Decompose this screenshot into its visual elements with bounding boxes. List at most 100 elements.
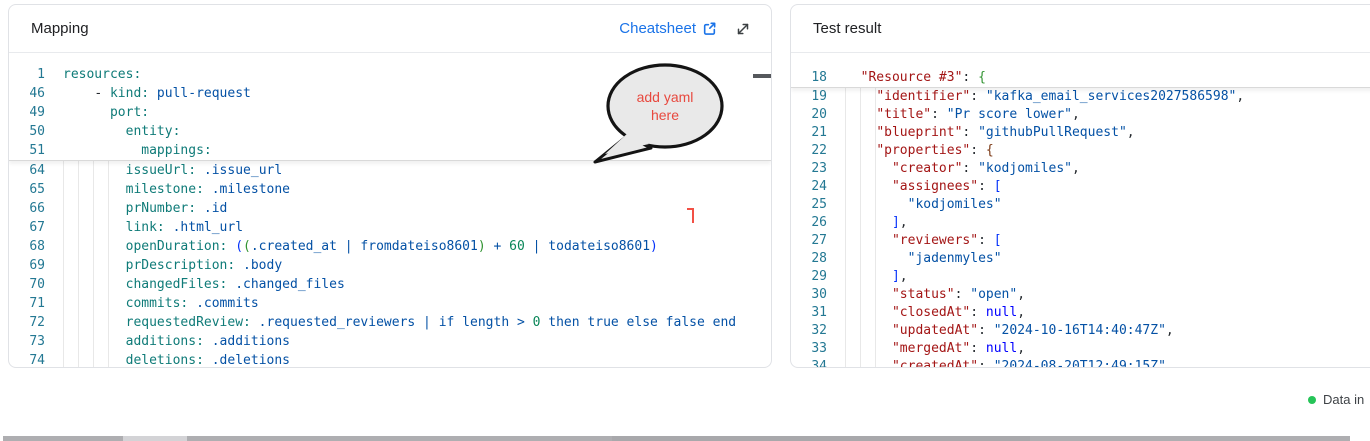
expand-icon[interactable] bbox=[735, 21, 751, 37]
code-token: : bbox=[978, 179, 986, 194]
panel-title-test-result: Test result bbox=[813, 20, 881, 37]
annotation-text-line2: here bbox=[651, 107, 679, 123]
code-line[interactable]: 33 "mergedAt": null, bbox=[791, 340, 1370, 358]
code-token: "blueprint" bbox=[876, 125, 962, 140]
line-number: 25 bbox=[791, 196, 827, 214]
line-number: 74 bbox=[9, 351, 45, 368]
code-line[interactable]: 69 prDescription: .body bbox=[9, 256, 771, 275]
code-line[interactable]: 66 prNumber: .id bbox=[9, 199, 771, 218]
code-line[interactable]: 28 "jadenmyles" bbox=[791, 250, 1370, 268]
code-line[interactable]: 68 openDuration: ((.created_at | fromdat… bbox=[9, 237, 771, 256]
code-line[interactable]: 24 "assignees": [ bbox=[791, 178, 1370, 196]
code-line[interactable]: 29 ], bbox=[791, 268, 1370, 286]
code-text: "blueprint": "githubPullRequest", bbox=[827, 124, 1135, 142]
code-token: : bbox=[970, 341, 978, 356]
line-number: 66 bbox=[9, 199, 45, 218]
code-token: "reviewers" bbox=[892, 233, 978, 248]
code-token: "createdAt" bbox=[892, 359, 978, 368]
code-line[interactable]: 73 additions: .additions bbox=[9, 332, 771, 351]
code-line[interactable]: 22 "properties": { bbox=[791, 142, 1370, 160]
code-token: ) bbox=[650, 239, 658, 254]
code-line[interactable]: 74 deletions: .deletions bbox=[9, 351, 771, 368]
code-token: changedFiles: bbox=[126, 277, 228, 292]
json-code-body[interactable]: 19 "identifier": "kafka_email_services20… bbox=[791, 88, 1370, 368]
code-token: : bbox=[970, 305, 978, 320]
code-token: ] bbox=[892, 269, 900, 284]
code-token: | todateiso8601 bbox=[525, 239, 650, 254]
cheatsheet-link[interactable]: Cheatsheet bbox=[619, 20, 717, 37]
code-line[interactable]: 26 ], bbox=[791, 214, 1370, 232]
code-line[interactable]: 65 milestone: .milestone bbox=[9, 180, 771, 199]
code-text: link: .html_url bbox=[45, 218, 243, 237]
annotation-bubble: add yaml here bbox=[587, 56, 739, 168]
code-token: [ bbox=[994, 179, 1002, 194]
code-line[interactable]: 31 "closedAt": null, bbox=[791, 304, 1370, 322]
code-text: - kind: pull-request bbox=[45, 84, 251, 103]
code-line[interactable]: 67 link: .html_url bbox=[9, 218, 771, 237]
code-line[interactable]: 21 "blueprint": "githubPullRequest", bbox=[791, 124, 1370, 142]
code-line[interactable]: 20 "title": "Pr score lower", bbox=[791, 106, 1370, 124]
code-token: ] bbox=[892, 215, 900, 230]
code-token: null bbox=[986, 305, 1017, 320]
status-indicator: Data in bbox=[1308, 392, 1364, 407]
table-edge-segment bbox=[1030, 436, 1350, 441]
code-line[interactable]: 34 "createdAt": "2024-08-20T12:49:15Z", bbox=[791, 358, 1370, 368]
code-token: "properties" bbox=[876, 143, 970, 158]
code-token: : bbox=[931, 107, 939, 122]
line-number: 73 bbox=[9, 332, 45, 351]
code-token: .created_at | fromdateiso8601 bbox=[251, 239, 478, 254]
code-token: null bbox=[986, 341, 1017, 356]
code-text: prNumber: .id bbox=[45, 199, 227, 218]
code-text: "kodjomiles" bbox=[827, 196, 1002, 214]
code-token: : bbox=[978, 233, 986, 248]
code-token: "identifier" bbox=[876, 89, 970, 104]
scrollbar-thumb[interactable] bbox=[753, 74, 771, 78]
code-token: milestone: bbox=[126, 182, 204, 197]
external-link-icon bbox=[702, 21, 717, 36]
code-token: issueUrl: bbox=[126, 163, 196, 178]
code-token: , bbox=[1166, 323, 1174, 338]
status-dot-icon bbox=[1308, 396, 1316, 404]
code-line[interactable]: 25 "kodjomiles" bbox=[791, 196, 1370, 214]
code-token: , bbox=[900, 215, 908, 230]
code-token: { bbox=[978, 70, 986, 85]
code-text: "assignees": [ bbox=[827, 178, 1002, 196]
code-token bbox=[970, 70, 978, 85]
code-token bbox=[63, 105, 110, 120]
code-text: ], bbox=[827, 214, 908, 232]
json-viewer[interactable]: 18 "Resource #3": { 19 "identifier": "ka… bbox=[791, 53, 1370, 368]
code-token bbox=[63, 124, 126, 139]
code-token: , bbox=[1017, 341, 1025, 356]
code-token: .issue_url bbox=[196, 163, 282, 178]
code-token: additions: bbox=[126, 334, 204, 349]
code-line[interactable]: 70 changedFiles: .changed_files bbox=[9, 275, 771, 294]
code-line[interactable]: 27 "reviewers": [ bbox=[791, 232, 1370, 250]
code-token bbox=[63, 220, 126, 235]
code-token bbox=[845, 269, 892, 284]
yaml-code-body[interactable]: 64 issueUrl: .issue_url65 milestone: .mi… bbox=[9, 161, 771, 368]
test-result-panel: Test result 18 "Resource #3": { 19 "iden… bbox=[790, 4, 1370, 368]
code-token: + bbox=[486, 239, 509, 254]
code-line[interactable]: 72 requestedReview: .requested_reviewers… bbox=[9, 313, 771, 332]
code-line[interactable]: 18 "Resource #3": { bbox=[791, 69, 1370, 87]
code-token bbox=[970, 161, 978, 176]
code-token: resources: bbox=[63, 67, 141, 82]
code-token bbox=[939, 107, 947, 122]
code-token bbox=[978, 305, 986, 320]
code-token: "assignees" bbox=[892, 179, 978, 194]
code-text: "updatedAt": "2024-10-16T14:40:47Z", bbox=[827, 322, 1174, 340]
code-line[interactable]: 32 "updatedAt": "2024-10-16T14:40:47Z", bbox=[791, 322, 1370, 340]
line-number: 32 bbox=[791, 322, 827, 340]
code-token bbox=[845, 89, 876, 104]
code-line[interactable]: 30 "status": "open", bbox=[791, 286, 1370, 304]
code-line[interactable]: 71 commits: .commits bbox=[9, 294, 771, 313]
line-number: 49 bbox=[9, 103, 45, 122]
code-token bbox=[63, 334, 126, 349]
code-line[interactable]: 19 "identifier": "kafka_email_services20… bbox=[791, 88, 1370, 106]
code-line[interactable]: 23 "creator": "kodjomiles", bbox=[791, 160, 1370, 178]
code-token: entity: bbox=[126, 124, 181, 139]
line-number: 68 bbox=[9, 237, 45, 256]
code-token bbox=[845, 143, 876, 158]
code-token: , bbox=[1236, 89, 1244, 104]
mapping-header-actions: Cheatsheet bbox=[619, 20, 751, 37]
